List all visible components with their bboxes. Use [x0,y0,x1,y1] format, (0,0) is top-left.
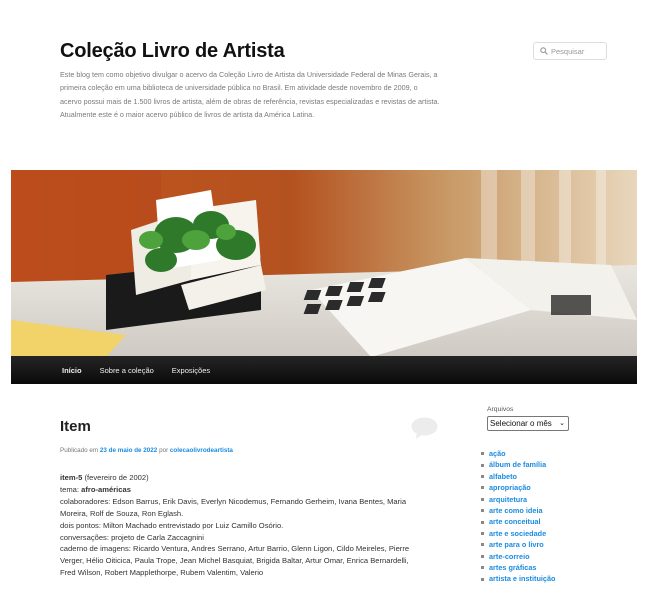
category-item[interactable]: artista e instituição [481,573,556,584]
item-label: item-5 [60,473,83,482]
bullet-icon [481,475,484,479]
post-content: item-5 (fevereiro de 2002) tema: afro-am… [60,472,410,579]
nav-item-inicio[interactable]: Início [53,366,91,375]
post-meta-by: por [159,447,169,454]
tema-label: tema: [60,484,79,494]
comment-bubble-icon[interactable] [411,417,438,444]
item-date: (fevereiro de 2002) [84,473,149,482]
tema-line: tema: afro-américas [60,484,410,496]
conversacoes-line: conversações: projeto de Carla Zaccagnin… [60,532,204,542]
search-input[interactable]: Pesquisar [533,42,607,60]
site-description: Este blog tem como objetivo divulgar o a… [60,70,440,120]
dois-pontos-line: dois pontos: Milton Machado entrevistado… [60,520,284,530]
category-item[interactable]: alfabeto [481,471,556,482]
bullet-icon [481,452,484,456]
bullet-icon [481,577,484,581]
main-navigation: Início Sobre a coleção Exposições [11,356,637,384]
post-date-link[interactable]: 23 de maio de 2022 [100,447,157,454]
category-item[interactable]: arte e sociedade [481,528,556,539]
bullet-icon [481,543,484,547]
month-select[interactable]: Selecionar o mês ⌄ [487,416,569,431]
search-placeholder: Pesquisar [551,46,585,56]
category-item[interactable]: apropriação [481,482,556,493]
post-meta-prefix: Publicado em [60,447,99,454]
bullet-icon [481,566,484,570]
category-item[interactable]: arte-correio [481,551,556,562]
bullet-icon [481,509,484,513]
header-banner-image [11,170,637,357]
post-title[interactable]: Item [60,418,91,435]
post-author-link[interactable]: colecaolivrodeartista [170,447,233,454]
category-item[interactable]: artes gráficas [481,562,556,573]
category-item[interactable]: arte como ideia [481,505,556,516]
item-line: item-5 (fevereiro de 2002) [60,472,410,484]
bullet-icon [481,486,484,490]
nav-item-exposicoes[interactable]: Exposições [163,366,219,375]
category-item[interactable]: arte conceitual [481,516,556,527]
chevron-down-icon: ⌄ [559,420,565,427]
nav-item-sobre-a-colecao[interactable]: Sobre a coleção [91,366,163,375]
search-icon [540,47,548,55]
archives-label: Arquivos [487,406,514,413]
bullet-icon [481,532,484,536]
post-meta: Publicado em 23 de maio de 2022 por cole… [60,447,233,454]
tema-value: afro-américas [81,484,131,494]
bullet-icon [481,520,484,524]
category-item[interactable]: arte para o livro [481,539,556,550]
bullet-icon [481,554,484,558]
colaboradores-line: colaboradores: Edson Barrus, Erik Davis,… [60,496,407,518]
category-item[interactable]: ação [481,448,556,459]
category-item[interactable]: álbum de família [481,459,556,470]
month-select-value: Selecionar o mês [490,419,552,428]
category-item[interactable]: arquitetura [481,494,556,505]
bullet-icon [481,497,484,501]
caderno-line: caderno de imagens: Ricardo Ventura, And… [60,544,410,578]
site-title[interactable]: Coleção Livro de Artista [60,40,285,63]
category-list: ação álbum de família alfabeto apropriaç… [481,448,556,585]
bullet-icon [481,463,484,467]
